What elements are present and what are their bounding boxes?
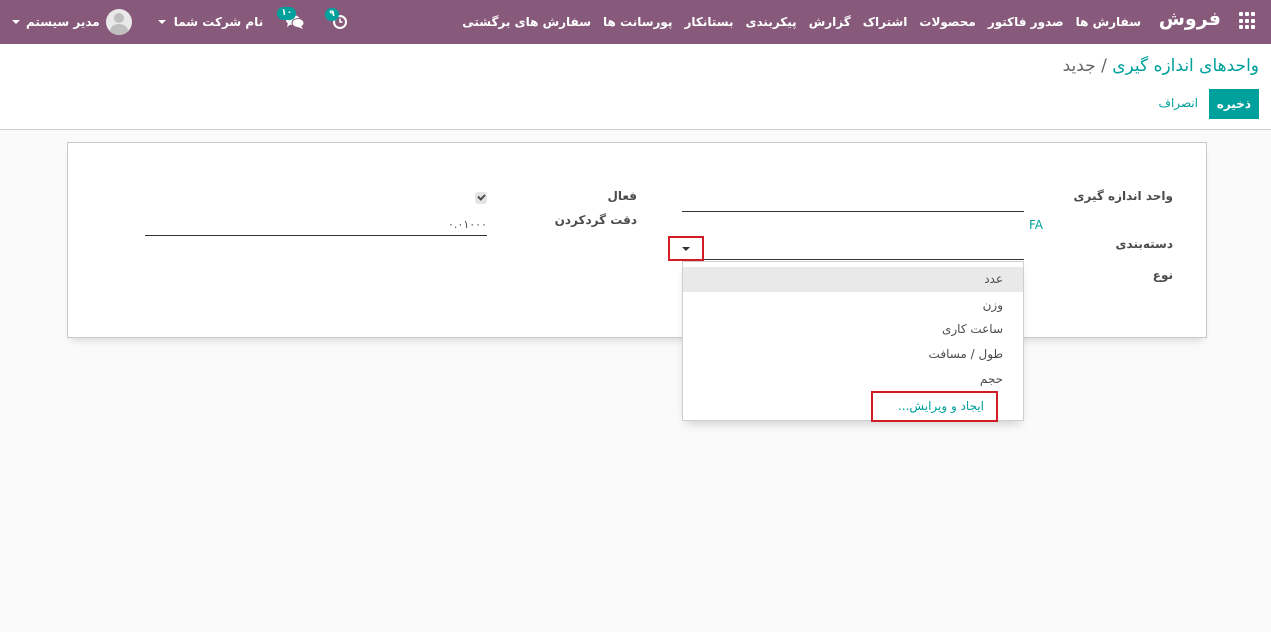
dropdown-item-unit[interactable]: عدد [683,267,1023,292]
apps-menu-icon[interactable] [1237,12,1255,30]
activities-button[interactable]: ۹ [325,8,348,29]
category-dropdown: عدد وزن ساعت کاری طول / مسافت حجم ایجاد … [682,261,1024,422]
category-label: دسته‌بندی [1115,237,1173,251]
breadcrumb: واحدهای اندازه گیری / جدید [1063,56,1259,76]
breadcrumb-current: جدید [1062,56,1096,76]
user-caret-icon [12,20,20,24]
dropdown-item-length[interactable]: طول / مسافت [683,342,1023,367]
company-caret-icon [157,20,166,24]
category-dropdown-toggle[interactable] [668,236,704,261]
active-checkbox[interactable] [475,192,487,204]
save-button[interactable]: ذخیره [1208,89,1259,119]
menu-item-configuration[interactable]: پیکربندی [746,15,797,29]
active-label: فعال [607,189,637,203]
create-and-edit-option[interactable]: ایجاد و ویرایش... [871,391,998,422]
messages-badge: ۱۰ [277,7,297,20]
company-name: نام شرکت شما [173,15,264,29]
main-menu: سفارش ها صدور فاکتور محصولات اشتراک گزار… [462,0,1141,44]
uom-label: واحد اندازه گیری [1073,189,1173,203]
app-brand[interactable]: فروش [1159,8,1221,30]
menu-item-products[interactable]: محصولات [919,15,975,29]
top-navbar: فروش سفارش ها صدور فاکتور محصولات اشتراک… [0,0,1271,44]
language-fa-button[interactable]: FA [1029,218,1043,232]
menu-item-invoicing[interactable]: صدور فاکتور [988,15,1064,29]
user-menu[interactable]: مدیر سیستم [12,9,132,35]
breadcrumb-separator: / [1101,56,1107,76]
menu-item-commissions[interactable]: پورسانت ها [603,15,672,29]
rounding-value: ۰.۰۱۰۰۰ [448,218,487,231]
rounding-input[interactable] [145,218,487,236]
control-panel: واحدهای اندازه گیری / جدید ذخیره انصراف [0,44,1271,130]
menu-item-reporting[interactable]: گزارش [809,15,851,29]
dropdown-item-weight[interactable]: وزن [683,293,1023,318]
avatar [105,9,132,35]
activities-badge: ۹ [325,8,339,21]
breadcrumb-parent[interactable]: واحدهای اندازه گیری [1112,56,1259,76]
caret-down-icon [682,246,690,251]
uom-input[interactable] [682,195,1024,212]
discard-button[interactable]: انصراف [1159,96,1198,110]
menu-item-subscriptions[interactable]: اشتراک [863,15,908,29]
form-sheet: واحد اندازه گیری FA دسته‌بندی نوع فعال د… [67,142,1207,338]
user-name: مدیر سیستم [26,15,100,29]
navbar-systray: مدیر سیستم نام شرکت شما ۱۰ ۹ [12,0,348,44]
dropdown-item-working-time[interactable]: ساعت کاری [683,317,1023,342]
menu-item-returns[interactable]: سفارش های برگشتی [462,15,591,29]
menu-item-orders[interactable]: سفارش ها [1076,15,1141,29]
category-input[interactable] [682,243,1024,260]
menu-item-credit[interactable]: بستانکار [684,15,733,29]
company-switcher[interactable]: نام شرکت شما [157,15,264,29]
type-label: نوع [1152,268,1173,282]
messages-button[interactable]: ۱۰ [277,7,305,30]
rounding-label: دقت گردکردن [554,213,637,227]
dropdown-item-volume[interactable]: حجم [683,367,1023,392]
